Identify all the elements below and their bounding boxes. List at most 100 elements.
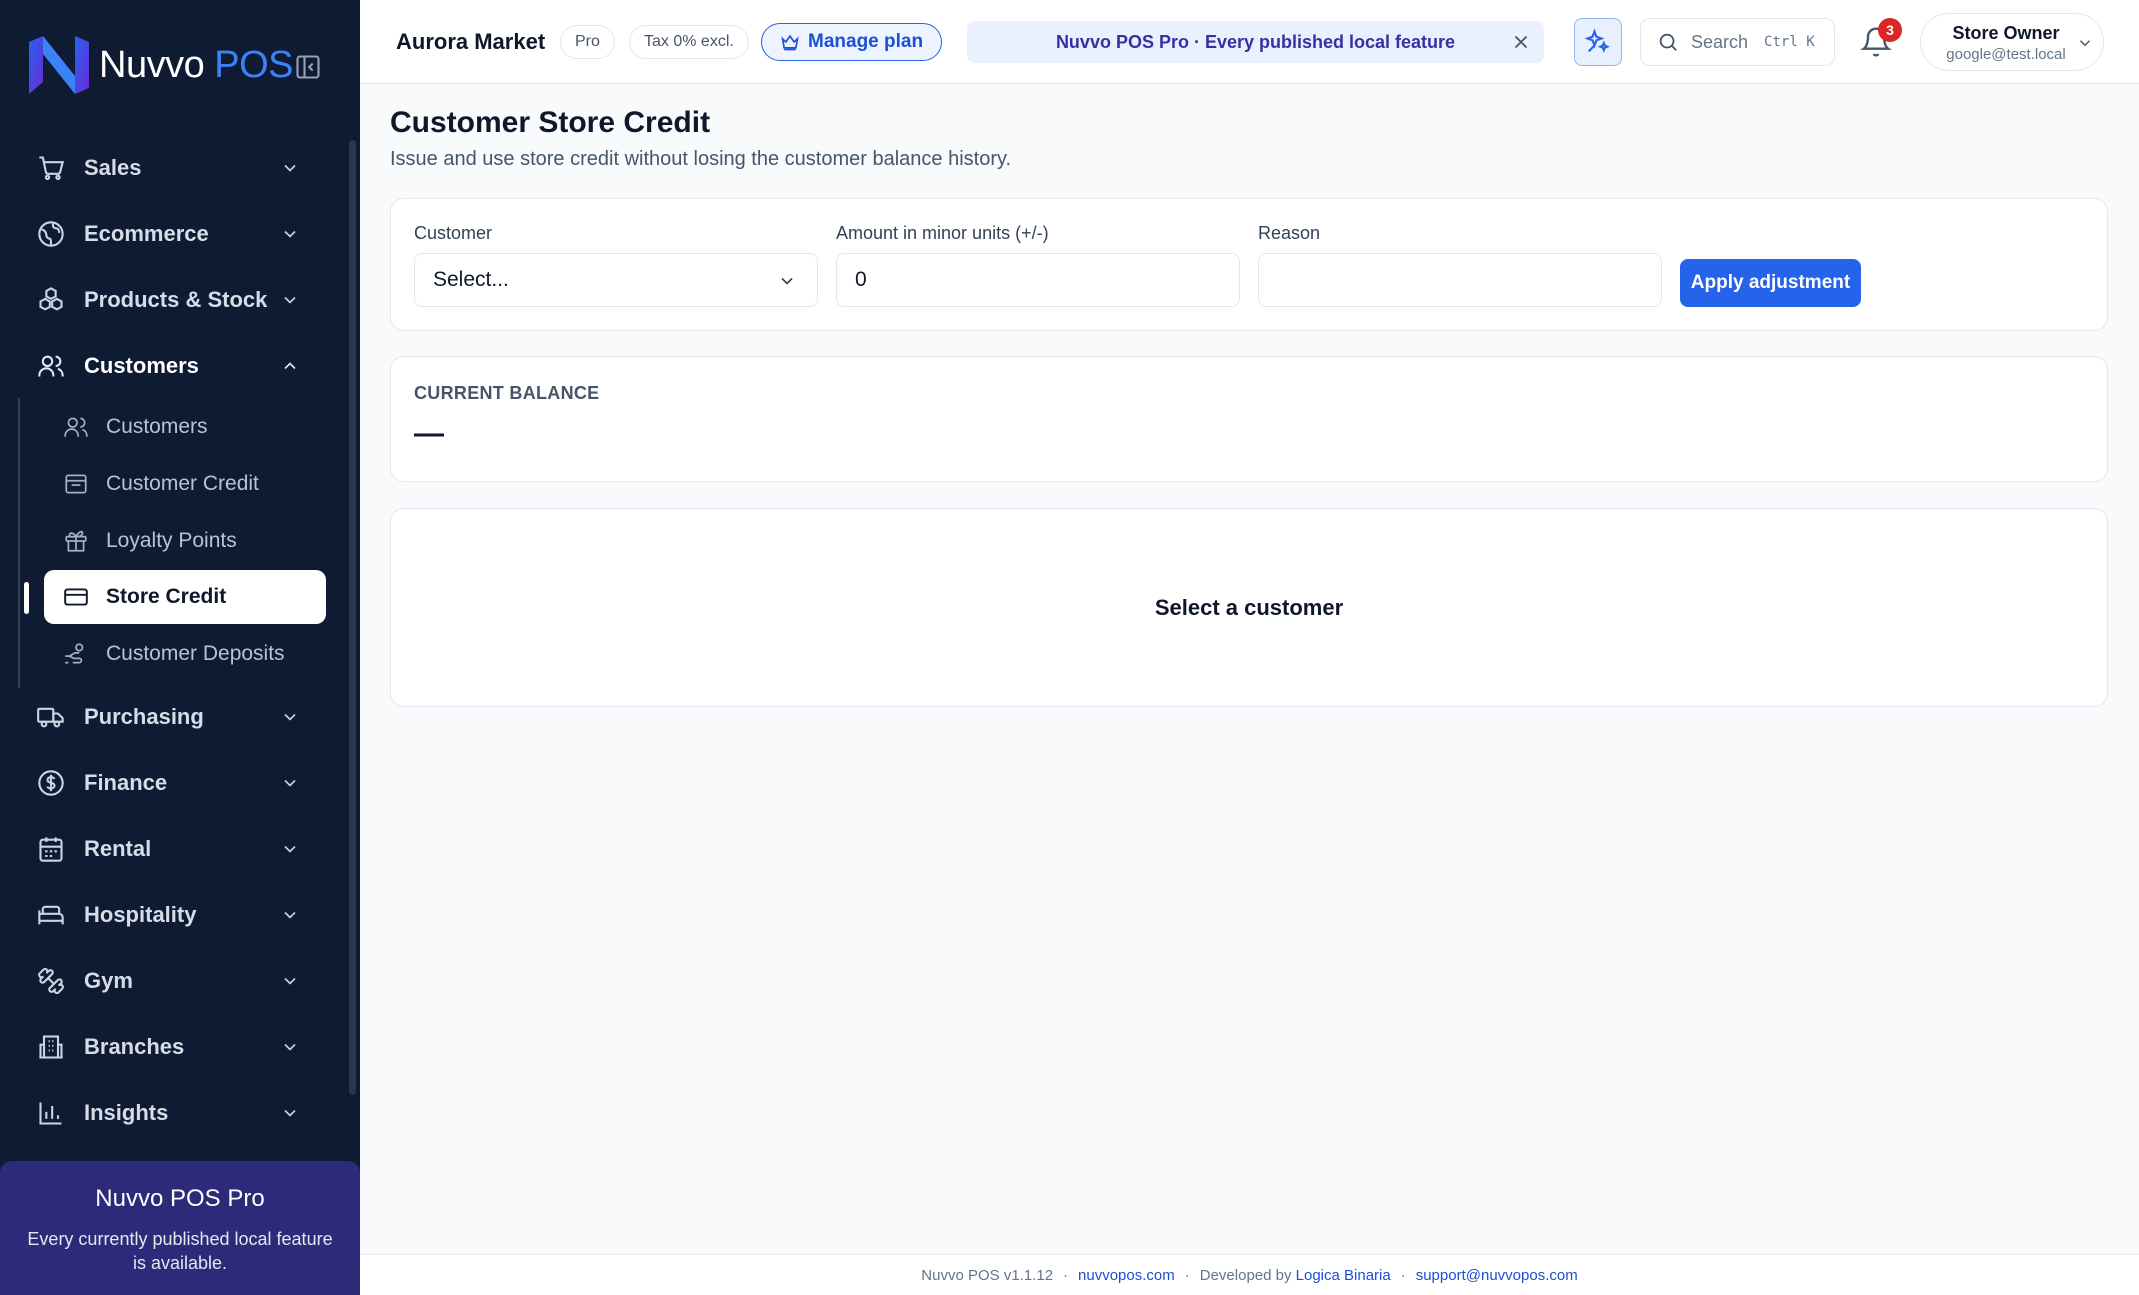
hand-coins-icon <box>62 640 90 668</box>
sidebar-subitem-store-credit[interactable]: Store Credit <box>44 570 326 624</box>
sidebar-item-label: Branches <box>84 1034 185 1059</box>
adjustment-form-card: Customer Select... Amount in minor units… <box>390 198 2108 331</box>
main-content: Customer Store Credit Issue and use stor… <box>360 84 2139 1254</box>
users-icon <box>62 413 90 441</box>
sidebar-item-finance[interactable]: Finance <box>20 756 320 810</box>
sidebar-item-label: Ecommerce <box>84 221 209 246</box>
manage-plan-button[interactable]: Manage plan <box>761 23 943 61</box>
history-empty-state: Select a customer <box>390 508 2108 707</box>
truck-icon <box>36 702 66 732</box>
current-balance-card: CURRENT BALANCE — <box>390 356 2108 482</box>
footer-separator: · <box>1184 1266 1190 1284</box>
store-name[interactable]: Aurora Market <box>396 29 545 55</box>
sparkles-icon <box>1584 28 1610 53</box>
customer-field-label: Customer <box>414 223 493 243</box>
reason-input[interactable] <box>1258 253 1662 307</box>
developed-by-text: Developed by <box>1199 1266 1292 1284</box>
sidebar-item-ecommerce[interactable]: Ecommerce <box>20 207 320 261</box>
bed-icon <box>36 900 66 930</box>
search-icon <box>1659 33 1677 51</box>
user-email: google@test.local <box>1946 46 2066 63</box>
ai-assistant-button[interactable] <box>1574 18 1622 66</box>
sidebar-item-hospitality[interactable]: Hospitality <box>20 888 320 942</box>
plan-banner: Nuvvo POS Pro · Every published local fe… <box>967 21 1544 63</box>
website-link[interactable]: nuvvopos.com <box>1078 1267 1175 1284</box>
manage-plan-label: Manage plan <box>808 31 924 52</box>
cart-icon <box>36 153 66 183</box>
logo-mark-icon <box>29 36 89 94</box>
boxes-icon <box>36 285 66 315</box>
active-item-marker <box>24 582 29 614</box>
empty-state-message: Select a customer <box>1154 595 1344 620</box>
sidebar-item-products-stock[interactable]: Products & Stock <box>20 273 320 327</box>
brand-logo[interactable]: Nuvvo POS <box>27 32 294 98</box>
sidebar-subitem-label: Store Credit <box>106 585 227 608</box>
calendar-icon <box>36 834 66 864</box>
global-search[interactable]: Search Ctrl K <box>1640 18 1835 66</box>
dumbbell-icon <box>36 966 66 996</box>
balance-label: CURRENT BALANCE <box>414 383 600 403</box>
sidebar-subitem-label: Customer Deposits <box>106 642 285 665</box>
search-placeholder: Search <box>1691 31 1749 52</box>
chevron-down-icon <box>284 230 296 238</box>
sidebar-subitem-customer-deposits[interactable]: Customer Deposits <box>44 627 326 681</box>
sidebar-subitem-customer-credit[interactable]: Customer Credit <box>44 457 326 511</box>
footer-separator: · <box>1400 1266 1406 1284</box>
chevron-down-icon <box>284 977 296 985</box>
collapse-sidebar-icon[interactable] <box>294 53 322 81</box>
top-header: Aurora Market Pro Tax 0% excl. Manage pl… <box>360 0 2139 84</box>
customer-select[interactable]: Select... <box>414 253 818 307</box>
close-icon[interactable] <box>1510 31 1532 53</box>
bar-chart-icon <box>36 1098 66 1128</box>
sidebar-item-label: Insights <box>84 1100 169 1125</box>
promo-text: Every currently published local feature … <box>27 1229 333 1273</box>
submenu-rail <box>18 398 20 688</box>
amount-input-value: 0 <box>855 268 867 291</box>
brand-name: Nuvvo POS <box>99 43 294 87</box>
support-email-link[interactable]: support@nuvvopos.com <box>1416 1267 1578 1284</box>
chevron-down-icon <box>284 164 296 172</box>
sidebar-item-label: Rental <box>84 836 152 861</box>
sidebar-item-label: Purchasing <box>84 704 204 729</box>
sidebar-item-branches[interactable]: Branches <box>20 1020 320 1074</box>
reason-field-label: Reason <box>1258 223 1321 243</box>
chevron-down-icon <box>284 713 296 721</box>
crown-icon <box>781 34 799 51</box>
sidebar-item-sales[interactable]: Sales <box>20 141 320 195</box>
app-root: Nuvvo POS Sales Ecommerce Products & Sto… <box>0 0 2139 1295</box>
app-version: Nuvvo POS v1.1.12 <box>921 1266 1054 1284</box>
sidebar-item-label: Gym <box>84 968 133 993</box>
page-subtitle: Issue and use store credit without losin… <box>390 148 1012 170</box>
sidebar-subitem-label: Loyalty Points <box>106 529 237 552</box>
amount-input[interactable]: 0 <box>836 253 1240 307</box>
chevron-down-icon <box>284 911 296 919</box>
sidebar-scrollbar[interactable] <box>349 140 356 1095</box>
sidebar-item-customers[interactable]: Customers <box>20 339 320 393</box>
sidebar-subitem-customers[interactable]: Customers <box>44 400 326 454</box>
chevron-down-icon <box>284 845 296 853</box>
footer: Nuvvo POS v1.1.12 · nuvvopos.com · Devel… <box>360 1254 2139 1295</box>
developer-link[interactable]: Logica Binaria <box>1296 1267 1391 1284</box>
chevron-down-icon <box>284 779 296 787</box>
chevron-down-icon <box>284 1043 296 1051</box>
page-title: Customer Store Credit <box>390 106 711 139</box>
sidebar-item-purchasing[interactable]: Purchasing <box>20 690 320 744</box>
tax-badge: Tax 0% excl. <box>629 25 749 59</box>
globe-icon <box>36 219 66 249</box>
search-shortcut: Ctrl K <box>1764 34 1815 50</box>
apply-adjustment-button[interactable]: Apply adjustment <box>1680 259 1861 307</box>
brand-name-part1: Nuvvo <box>99 43 205 86</box>
building-icon <box>36 1032 66 1062</box>
chevron-down-icon <box>781 277 793 285</box>
sidebar-item-rental[interactable]: Rental <box>20 822 320 876</box>
sidebar-item-insights[interactable]: Insights <box>20 1086 320 1140</box>
sidebar-subitem-loyalty-points[interactable]: Loyalty Points <box>44 514 326 568</box>
user-menu[interactable]: Store Owner google@test.local <box>1920 13 2104 71</box>
sidebar-item-gym[interactable]: Gym <box>20 954 320 1008</box>
sidebar-item-label: Products & Stock <box>84 287 268 312</box>
chevron-down-icon <box>284 296 296 304</box>
plan-promo-card: Nuvvo POS Pro Every currently published … <box>0 1161 360 1295</box>
chevron-down-icon <box>2079 40 2091 47</box>
sidebar-item-label: Finance <box>84 770 168 795</box>
notification-count-badge: 3 <box>1878 18 1902 42</box>
